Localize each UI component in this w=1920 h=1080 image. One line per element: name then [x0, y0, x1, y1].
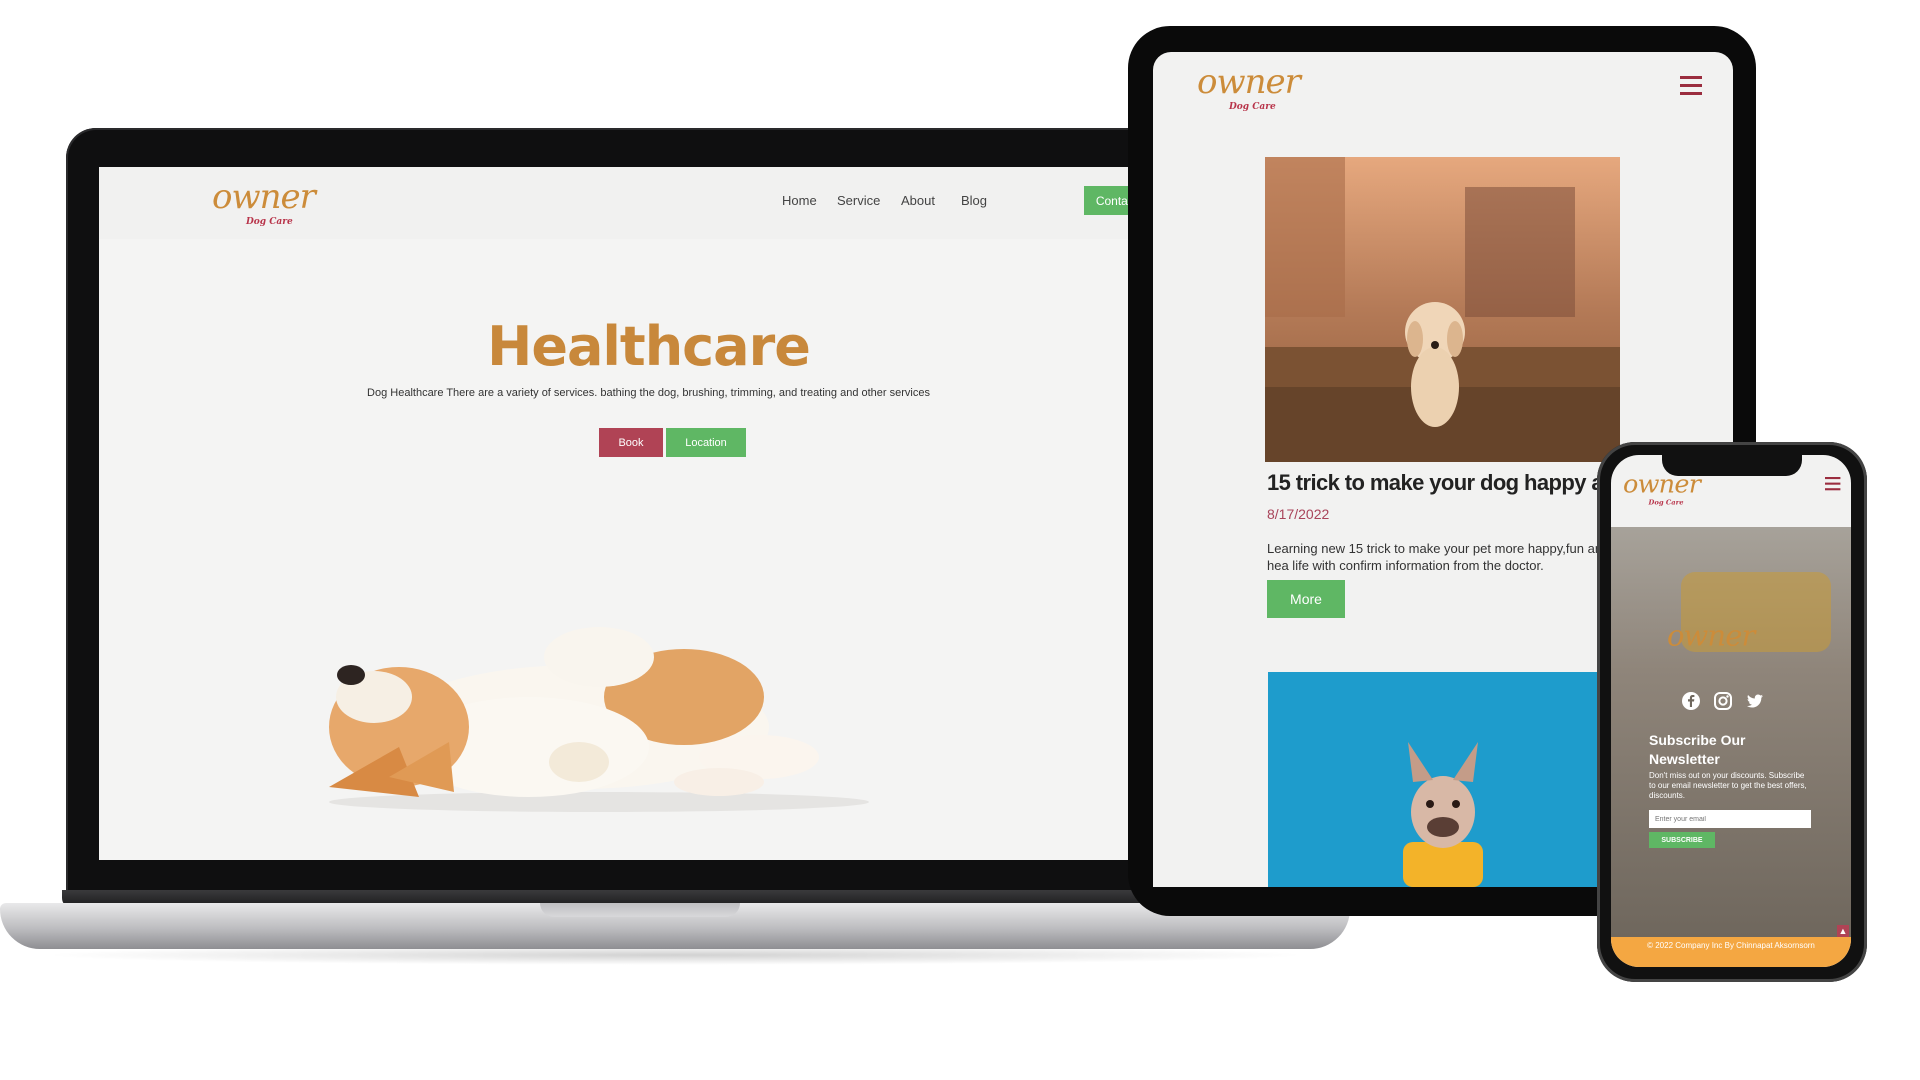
post-date: 8/17/2022: [1267, 506, 1330, 522]
twitter-icon[interactable]: [1745, 691, 1765, 711]
phone-hamburger-icon[interactable]: [1825, 477, 1841, 494]
nav-about[interactable]: About: [901, 193, 935, 208]
location-button[interactable]: Location: [666, 428, 746, 457]
hero-description: Dog Healthcare There are a variety of se…: [367, 387, 930, 399]
phone-notch: [1662, 452, 1802, 476]
hamburger-icon[interactable]: [1680, 76, 1702, 100]
newsletter-body: Don't miss out on your discounts. Subscr…: [1649, 771, 1807, 800]
footer-copyright: © 2022 Company Inc By Chinnapat Aksornso…: [1611, 937, 1851, 967]
bulldog-photo[interactable]: [1268, 672, 1623, 887]
laptop-screen: owner Dog Care Home Service About Blog C…: [99, 167, 1198, 860]
nav-service[interactable]: Service: [837, 193, 880, 208]
footer-brand-logo: owner: [1667, 619, 1755, 653]
newsletter-title: Subscribe Our Newsletter: [1649, 732, 1746, 767]
facebook-icon[interactable]: [1681, 691, 1701, 711]
nav-blog[interactable]: Blog: [961, 193, 987, 208]
footer-section: owner Subscribe Our Newsletter Don't mis…: [1611, 527, 1851, 937]
tablet-brand-logo[interactable]: owner Dog Care: [1197, 62, 1301, 112]
subscribe-button[interactable]: SUBSCRIBE: [1649, 832, 1715, 848]
social-icons: [1681, 691, 1765, 711]
phone-screen: owner Dog Care owner Subscribe Our Newsl…: [1611, 455, 1851, 967]
instagram-icon[interactable]: [1713, 691, 1733, 711]
corgi-image: [329, 627, 869, 812]
site-header: owner Dog Care Home Service About Blog C…: [99, 167, 1198, 239]
scroll-top-icon[interactable]: ▲: [1837, 925, 1849, 937]
email-input[interactable]: [1649, 810, 1811, 828]
book-button[interactable]: Book: [599, 428, 663, 457]
post-excerpt: Learning new 15 trick to make your pet m…: [1267, 541, 1610, 573]
brand-logo[interactable]: owner Dog Care: [212, 177, 316, 227]
golden-retriever-photo[interactable]: [1265, 157, 1620, 462]
hero-title: Healthcare: [487, 315, 811, 378]
more-button[interactable]: More: [1267, 580, 1345, 618]
laptop-trackpad-notch: [540, 903, 740, 917]
nav-home[interactable]: Home: [782, 193, 817, 208]
